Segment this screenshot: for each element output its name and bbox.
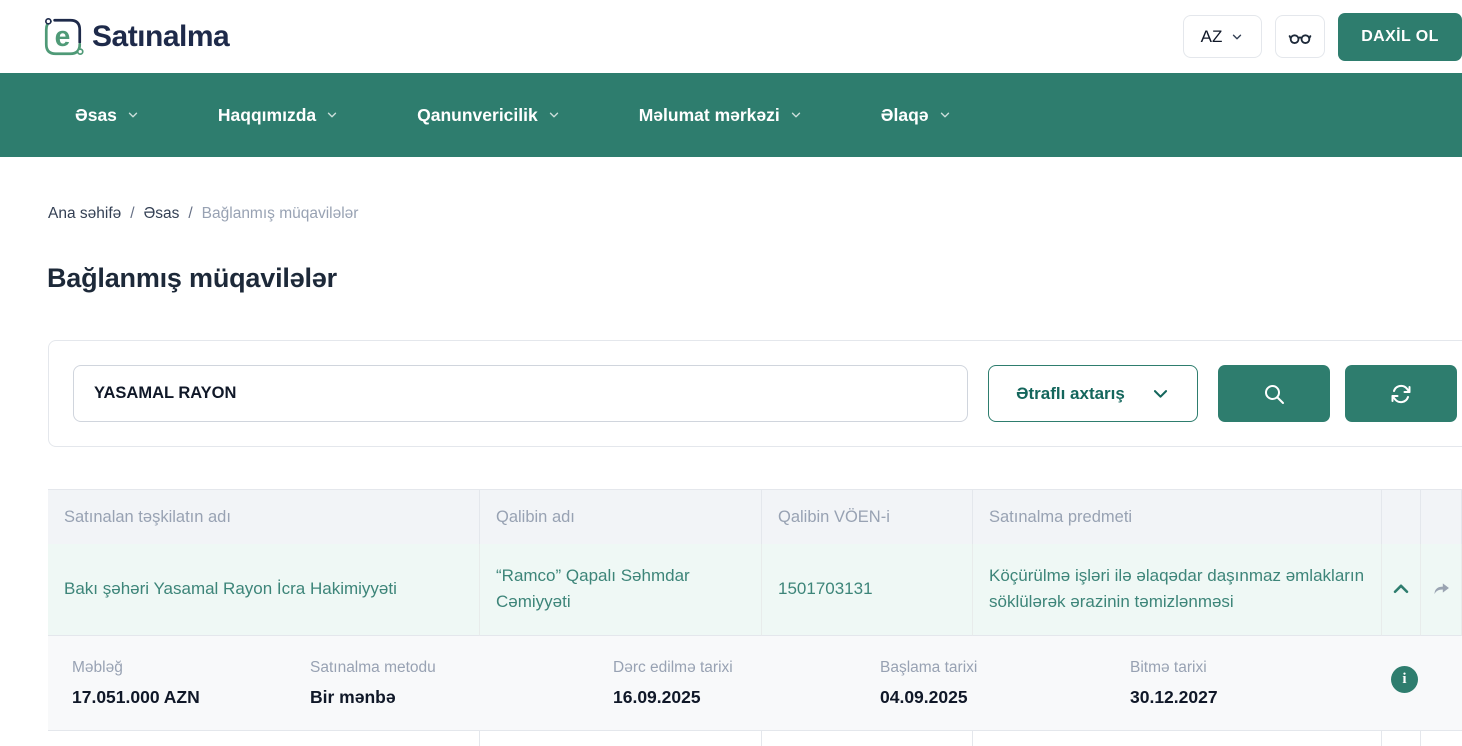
nav-item-esas[interactable]: Əsas <box>75 105 140 126</box>
detail-label: Bitmə tarixi <box>1130 659 1340 677</box>
column-header-voen: Qalibin VÖEN-i <box>762 490 973 544</box>
nav-label: Əsas <box>75 105 117 126</box>
search-panel: Ətraflı axtarış <box>48 340 1462 447</box>
refresh-icon <box>1389 382 1413 406</box>
column-header-subject: Satınalma predmeti <box>973 490 1382 544</box>
detail-value: 30.12.2027 <box>1130 687 1340 708</box>
advanced-search-label: Ətraflı axtarış <box>1016 384 1125 404</box>
chevron-up-icon <box>1390 578 1412 600</box>
login-button[interactable]: DAXİL OL <box>1338 13 1462 61</box>
brand-logo[interactable]: e Satınalma <box>40 14 229 60</box>
detail-value: 16.09.2025 <box>613 687 880 708</box>
detail-end-date: Bitmə tarixi 30.12.2027 <box>1130 659 1340 708</box>
breadcrumb: Ana səhifə / Əsas / Bağlanmış müqavilələ… <box>48 205 1462 223</box>
reset-button[interactable] <box>1345 365 1457 422</box>
detail-value: Bir mənbə <box>310 687 613 708</box>
nav-label: Məlumat mərkəzi <box>639 105 780 126</box>
detail-label: Dərc edilmə tarixi <box>613 659 880 677</box>
search-input[interactable] <box>73 365 968 422</box>
logo-e-icon: e <box>40 14 86 60</box>
magnifier-icon <box>1262 382 1286 406</box>
chevron-down-icon <box>938 108 952 122</box>
language-selector[interactable]: AZ <box>1183 15 1262 58</box>
accessibility-button[interactable] <box>1275 15 1325 58</box>
detail-label: Məbləğ <box>72 659 310 677</box>
breadcrumb-esas-link[interactable]: Əsas <box>144 205 180 223</box>
detail-method: Satınalma metodu Bir mənbə <box>310 659 613 708</box>
breadcrumb-separator: / <box>130 205 134 223</box>
glasses-icon <box>1287 24 1313 50</box>
collapse-row-button[interactable] <box>1382 544 1421 636</box>
next-row-partial <box>762 731 973 746</box>
language-label: AZ <box>1201 27 1223 47</box>
chevron-down-icon <box>126 108 140 122</box>
share-row-button[interactable] <box>1421 544 1462 636</box>
contracts-table: Satınalan təşkilatın adı Qalibin adı Qal… <box>48 489 1462 746</box>
nav-item-elaqe[interactable]: Əlaqə <box>881 105 952 126</box>
next-row-partial <box>1421 731 1462 746</box>
cell-voen[interactable]: 1501703131 <box>762 544 973 636</box>
next-row-partial <box>1382 731 1421 746</box>
chevron-down-icon <box>325 108 339 122</box>
nav-label: Qanunvericilik <box>417 105 538 126</box>
svg-text:e: e <box>55 19 71 51</box>
advanced-search-button[interactable]: Ətraflı axtarış <box>988 365 1198 422</box>
chevron-down-icon <box>1151 384 1170 403</box>
nav-label: Əlaqə <box>881 105 929 126</box>
column-header-actions <box>1421 490 1462 544</box>
chevron-down-icon <box>789 108 803 122</box>
column-header-winner: Qalibin adı <box>480 490 762 544</box>
cell-buyer[interactable]: Bakı şəhəri Yasamal Rayon İcra Hakimiyyə… <box>48 544 480 636</box>
chevron-down-icon <box>547 108 561 122</box>
chevron-down-icon <box>1230 30 1244 44</box>
breadcrumb-separator: / <box>188 205 192 223</box>
search-button[interactable] <box>1218 365 1330 422</box>
cell-winner[interactable]: “Ramco” Qapalı Səhmdar Cəmiyyəti <box>480 544 762 636</box>
page-title: Bağlanmış müqavilələr <box>47 263 1462 294</box>
next-row-partial <box>973 731 1382 746</box>
brand-wordmark: Satınalma <box>92 20 229 54</box>
info-icon[interactable]: i <box>1391 666 1418 693</box>
next-row-partial <box>480 731 762 746</box>
nav-item-melumat-merkezi[interactable]: Məlumat mərkəzi <box>639 105 803 126</box>
breadcrumb-home-link[interactable]: Ana səhifə <box>48 205 121 223</box>
top-header: e Satınalma AZ DAXİL OL <box>0 0 1462 73</box>
nav-item-qanunvericilik[interactable]: Qanunvericilik <box>417 105 561 126</box>
next-row-partial <box>48 731 480 746</box>
contract-detail-row: Məbləğ 17.051.000 AZN Satınalma metodu B… <box>48 636 1462 731</box>
breadcrumb-current: Bağlanmış müqavilələr <box>202 205 359 223</box>
detail-value: 04.09.2025 <box>880 687 1130 708</box>
detail-amount: Məbləğ 17.051.000 AZN <box>72 659 310 708</box>
detail-label: Satınalma metodu <box>310 659 613 677</box>
column-header-buyer: Satınalan təşkilatın adı <box>48 490 480 544</box>
detail-label: Başlama tarixi <box>880 659 1130 677</box>
header-controls: AZ DAXİL OL <box>1183 13 1462 61</box>
share-arrow-icon <box>1431 579 1452 600</box>
detail-value: 17.051.000 AZN <box>72 687 310 708</box>
nav-item-haqqimizda[interactable]: Haqqımızda <box>218 105 339 126</box>
cell-subject[interactable]: Köçürülmə işləri ilə əlaqədar daşınmaz ə… <box>973 544 1382 636</box>
detail-publish-date: Dərc edilmə tarixi 16.09.2025 <box>613 659 880 708</box>
main-navigation: Əsas Haqqımızda Qanunvericilik Məlumat m… <box>0 73 1462 157</box>
detail-start-date: Başlama tarixi 04.09.2025 <box>880 659 1130 708</box>
nav-label: Haqqımızda <box>218 105 316 126</box>
column-header-expand <box>1382 490 1421 544</box>
